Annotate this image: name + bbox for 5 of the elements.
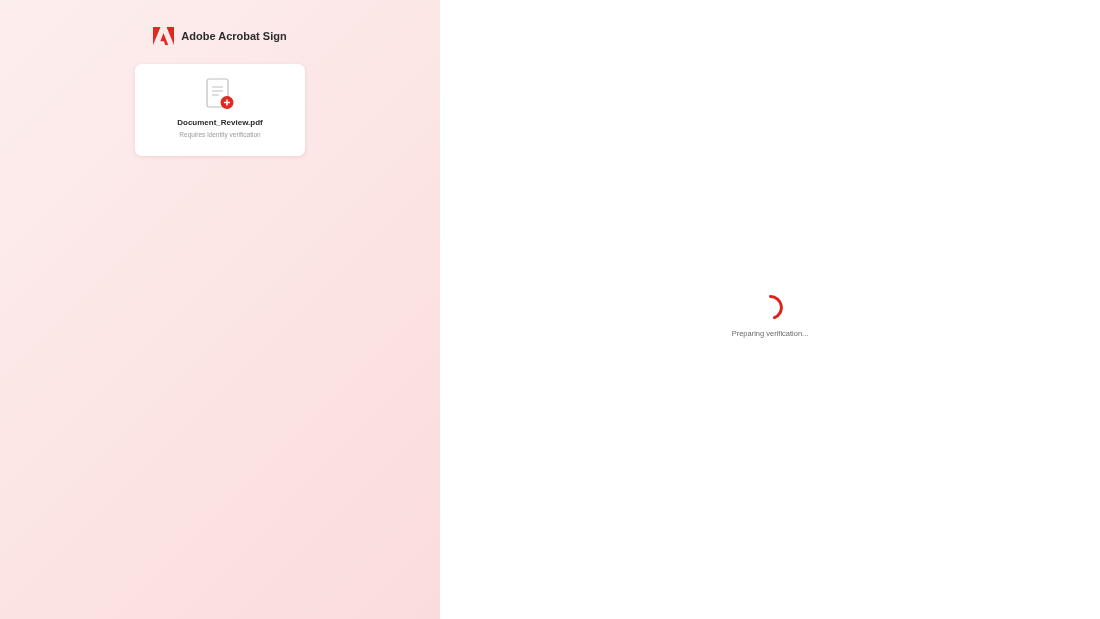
brand-name: Adobe Acrobat Sign <box>181 30 287 42</box>
spinner-icon <box>769 295 783 320</box>
file-name: Document_Review.pdf <box>177 118 263 127</box>
logo-icon <box>153 27 175 45</box>
document-add-icon <box>206 78 234 110</box>
